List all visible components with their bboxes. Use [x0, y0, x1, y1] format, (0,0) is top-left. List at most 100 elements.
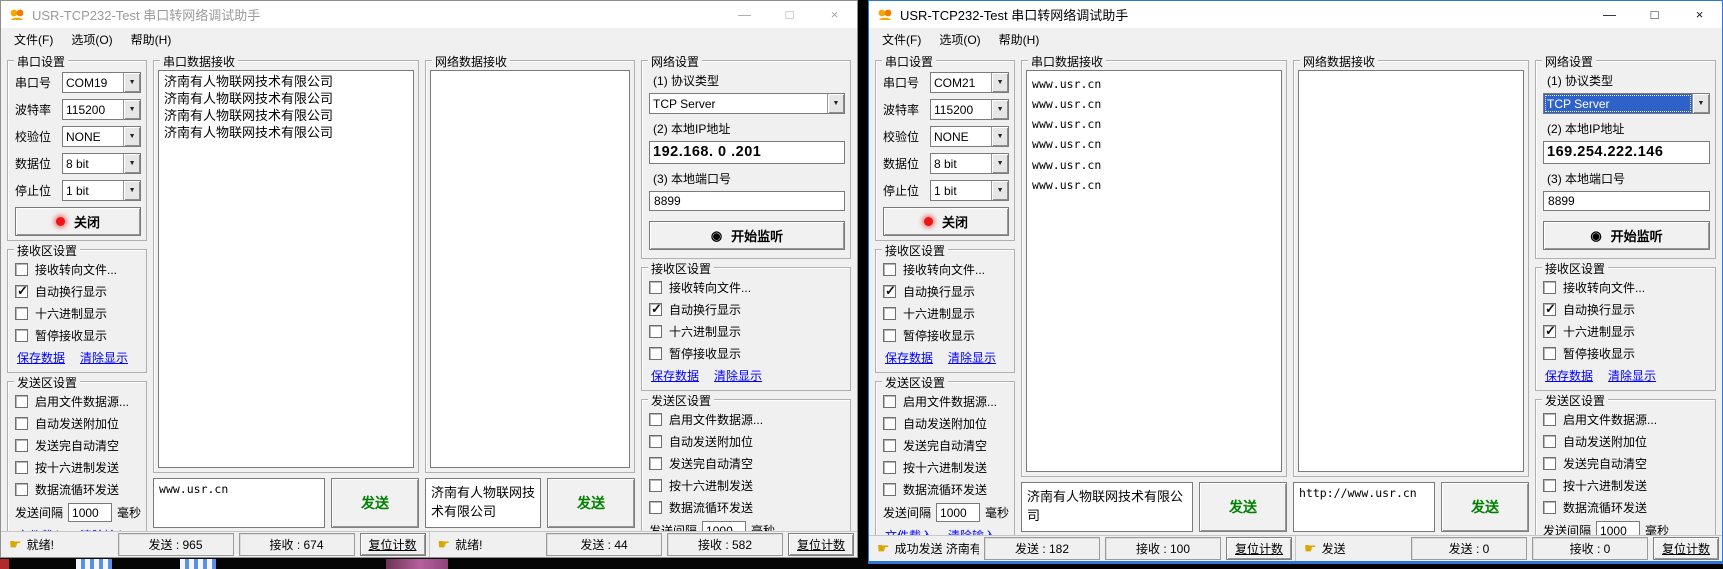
checkbox[interactable]	[15, 395, 28, 408]
checkbox[interactable]	[649, 347, 662, 360]
checkbox-row[interactable]: 十六进制显示	[883, 305, 1009, 322]
titlebar[interactable]: USR-TCP232-Test 串口转网络调试助手 — □ ×	[1, 1, 857, 28]
checkbox-row[interactable]: 自动换行显示	[1543, 301, 1710, 318]
checkbox[interactable]	[15, 417, 28, 430]
checkbox[interactable]	[15, 285, 28, 298]
local-ip-input[interactable]: 169.254.222.146	[1543, 141, 1710, 164]
maximize-button[interactable]: □	[1632, 1, 1677, 28]
dropdown[interactable]: 8 bit ▼	[930, 153, 1009, 174]
start-listen-button[interactable]: ◉ 开始监听	[649, 221, 845, 250]
checkbox[interactable]	[883, 417, 896, 430]
reset-count-button[interactable]: 复位计数	[788, 533, 854, 556]
checkbox[interactable]	[1543, 457, 1556, 470]
serial-send-button[interactable]: 发送	[1199, 482, 1287, 532]
checkbox-row[interactable]: 发送完自动清空	[883, 437, 1009, 454]
checkbox-row[interactable]: 自动发送附加位	[883, 415, 1009, 432]
serial-send-input[interactable]: www.usr.cn	[153, 478, 325, 528]
checkbox[interactable]	[1543, 347, 1556, 360]
checkbox[interactable]	[1543, 413, 1556, 426]
chevron-down-icon[interactable]: ▼	[1692, 94, 1709, 113]
checkbox[interactable]	[649, 479, 662, 492]
checkbox-row[interactable]: 暂停接收显示	[649, 345, 845, 362]
menu-item[interactable]: 文件(F)	[5, 29, 62, 50]
chevron-down-icon[interactable]: ▼	[991, 154, 1008, 173]
checkbox-row[interactable]: 按十六进制发送	[15, 459, 141, 476]
checkbox-row[interactable]: 自动换行显示	[883, 283, 1009, 300]
checkbox[interactable]	[649, 281, 662, 294]
local-port-input[interactable]: 8899	[1543, 191, 1710, 211]
serial-send-input[interactable]: 济南有人物联网技术有限公司	[1021, 482, 1193, 532]
chevron-down-icon[interactable]: ▼	[123, 181, 140, 200]
checkbox-row[interactable]: 暂停接收显示	[1543, 345, 1710, 362]
checkbox-row[interactable]: 十六进制显示	[1543, 323, 1710, 340]
checkbox[interactable]	[649, 435, 662, 448]
protocol-dropdown[interactable]: TCP Server ▼	[1543, 93, 1710, 114]
checkbox-row[interactable]: 数据流循环发送	[649, 499, 845, 516]
chevron-down-icon[interactable]: ▼	[991, 181, 1008, 200]
maximize-button[interactable]: □	[767, 1, 812, 28]
checkbox[interactable]	[1543, 479, 1556, 492]
dropdown[interactable]: NONE ▼	[930, 126, 1009, 147]
checkbox-row[interactable]: 接收转向文件...	[883, 261, 1009, 278]
checkbox[interactable]	[15, 461, 28, 474]
link[interactable]: 保存数据	[885, 349, 933, 366]
local-port-input[interactable]: 8899	[649, 191, 845, 211]
menu-item[interactable]: 帮助(H)	[122, 29, 181, 50]
checkbox[interactable]	[1543, 281, 1556, 294]
chevron-down-icon[interactable]: ▼	[991, 100, 1008, 119]
checkbox[interactable]	[883, 439, 896, 452]
close-button[interactable]: ×	[812, 1, 857, 28]
start-listen-button[interactable]: ◉ 开始监听	[1543, 221, 1710, 250]
checkbox-row[interactable]: 数据流循环发送	[1543, 499, 1710, 516]
checkbox-row[interactable]: 接收转向文件...	[1543, 279, 1710, 296]
menu-item[interactable]: 文件(F)	[873, 29, 930, 50]
checkbox[interactable]	[883, 483, 896, 496]
checkbox[interactable]	[15, 483, 28, 496]
chevron-down-icon[interactable]: ▼	[827, 94, 844, 113]
checkbox-row[interactable]: 自动发送附加位	[649, 433, 845, 450]
network-recv-area[interactable]	[430, 70, 630, 468]
chevron-down-icon[interactable]: ▼	[991, 73, 1008, 92]
dropdown[interactable]: 115200 ▼	[62, 99, 141, 120]
checkbox[interactable]	[1543, 501, 1556, 514]
interval-input[interactable]: 1000	[1596, 521, 1640, 535]
checkbox[interactable]	[649, 413, 662, 426]
checkbox-row[interactable]: 接收转向文件...	[649, 279, 845, 296]
checkbox[interactable]	[15, 263, 28, 276]
network-send-input[interactable]: 济南有人物联网技术有限公司	[425, 478, 541, 528]
checkbox-row[interactable]: 自动换行显示	[15, 283, 141, 300]
interval-input[interactable]: 1000	[702, 521, 746, 531]
checkbox-row[interactable]: 发送完自动清空	[1543, 455, 1710, 472]
chevron-down-icon[interactable]: ▼	[991, 127, 1008, 146]
link[interactable]: 保存数据	[17, 349, 65, 366]
link[interactable]: 清除显示	[80, 349, 128, 366]
checkbox-row[interactable]: 自动发送附加位	[1543, 433, 1710, 450]
checkbox-row[interactable]: 十六进制显示	[649, 323, 845, 340]
dropdown[interactable]: NONE ▼	[62, 126, 141, 147]
link[interactable]: 清除输入	[80, 527, 128, 531]
chevron-down-icon[interactable]: ▼	[123, 154, 140, 173]
checkbox[interactable]	[883, 307, 896, 320]
checkbox[interactable]	[1543, 325, 1556, 338]
link[interactable]: 清除显示	[948, 349, 996, 366]
checkbox[interactable]	[883, 461, 896, 474]
chevron-down-icon[interactable]: ▼	[123, 100, 140, 119]
close-button[interactable]: ×	[1677, 1, 1722, 28]
checkbox-row[interactable]: 发送完自动清空	[649, 455, 845, 472]
checkbox[interactable]	[1543, 435, 1556, 448]
checkbox[interactable]	[15, 329, 28, 342]
checkbox[interactable]	[649, 303, 662, 316]
checkbox-row[interactable]: 按十六进制发送	[883, 459, 1009, 476]
menu-item[interactable]: 选项(O)	[930, 29, 989, 50]
link[interactable]: 保存数据	[1545, 367, 1593, 384]
checkbox[interactable]	[649, 501, 662, 514]
protocol-dropdown[interactable]: TCP Server ▼	[649, 93, 845, 114]
checkbox[interactable]	[15, 439, 28, 452]
close-port-button[interactable]: 关闭	[15, 207, 141, 236]
checkbox-row[interactable]: 暂停接收显示	[15, 327, 141, 344]
checkbox-row[interactable]: 十六进制显示	[15, 305, 141, 322]
checkbox[interactable]	[883, 329, 896, 342]
checkbox-row[interactable]: 暂停接收显示	[883, 327, 1009, 344]
checkbox-row[interactable]: 数据流循环发送	[883, 481, 1009, 498]
titlebar[interactable]: USR-TCP232-Test 串口转网络调试助手 — □ ×	[869, 1, 1722, 28]
